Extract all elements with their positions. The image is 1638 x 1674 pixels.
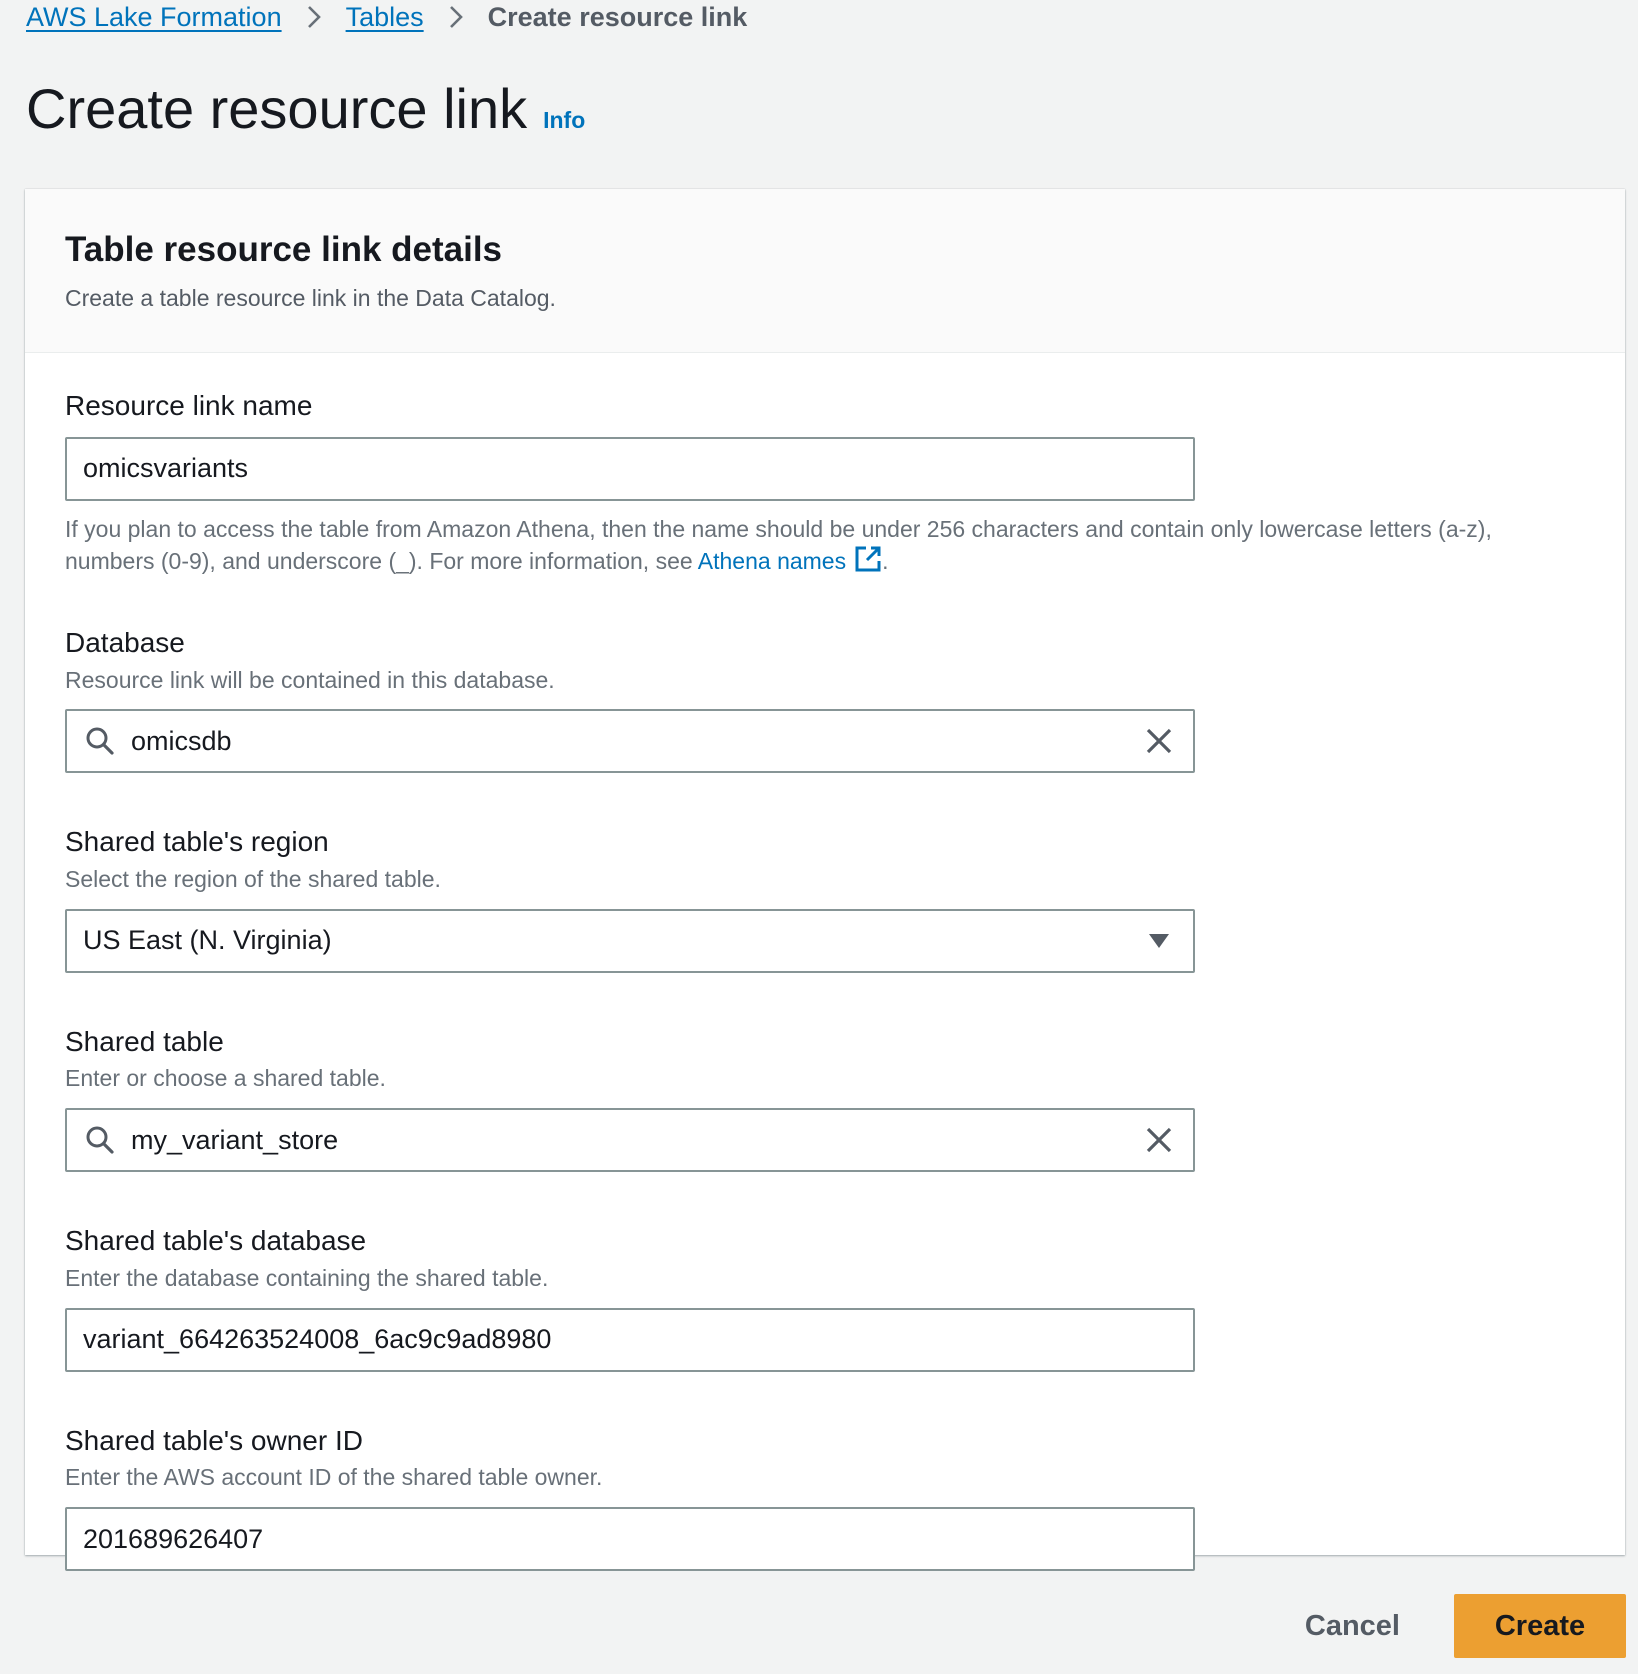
cancel-button[interactable]: Cancel	[1273, 1594, 1432, 1658]
resource-link-name-input[interactable]: omicsvariants	[65, 436, 1195, 501]
resource-link-name-value: omicsvariants	[83, 453, 249, 484]
resource-link-details-panel: Table resource link details Create a tab…	[25, 189, 1625, 1572]
shared-table-description: Enter or choose a shared table.	[65, 1065, 386, 1092]
shared-database-field: Shared table's database Enter the databa…	[65, 1224, 1585, 1372]
chevron-right-icon	[282, 4, 346, 30]
search-icon	[83, 1123, 117, 1157]
shared-region-label: Shared table's region	[65, 826, 329, 858]
panel-header: Table resource link details Create a tab…	[25, 189, 1625, 353]
shared-table-label: Shared table	[65, 1025, 224, 1057]
shared-region-select[interactable]: US East (N. Virginia)	[65, 908, 1195, 973]
close-icon[interactable]	[1141, 723, 1177, 759]
owner-id-description: Enter the AWS account ID of the shared t…	[65, 1464, 603, 1491]
athena-names-link[interactable]: Athena names	[698, 548, 846, 574]
resource-link-name-field: Resource link name omicsvariants If you …	[65, 389, 1585, 582]
owner-id-input[interactable]: 201689626407	[65, 1507, 1195, 1572]
page-title: Create resource link	[26, 77, 528, 140]
form-actions: Cancel Create	[1273, 1594, 1626, 1658]
breadcrumb-current: Create resource link	[487, 1, 748, 32]
search-icon	[83, 724, 117, 758]
shared-database-label: Shared table's database	[65, 1225, 367, 1257]
database-description: Resource link will be contained in this …	[65, 666, 555, 693]
form-body: Resource link name omicsvariants If you …	[25, 353, 1625, 1572]
info-link[interactable]: Info	[543, 107, 585, 134]
owner-id-value: 201689626407	[83, 1523, 264, 1554]
shared-table-field: Shared table Enter or choose a shared ta…	[65, 1025, 1585, 1173]
breadcrumb-lake-formation[interactable]: AWS Lake Formation	[26, 2, 282, 33]
database-autosuggest[interactable]: omicsdb	[65, 709, 1195, 774]
owner-id-field: Shared table's owner ID Enter the AWS ac…	[65, 1424, 1585, 1572]
database-field: Database Resource link will be contained…	[65, 626, 1585, 774]
panel-description: Create a table resource link in the Data…	[65, 285, 556, 311]
breadcrumb: AWS Lake Formation Tables Create resourc…	[26, 0, 747, 34]
close-icon[interactable]	[1141, 1122, 1177, 1158]
shared-table-value: my_variant_store	[131, 1124, 339, 1155]
help-text-suffix: .	[882, 548, 889, 575]
resource-link-name-label: Resource link name	[65, 390, 313, 421]
shared-database-value: variant_664263524008_6ac9c9ad8980	[83, 1324, 552, 1355]
owner-id-label: Shared table's owner ID	[65, 1424, 363, 1456]
shared-region-field: Shared table's region Select the region …	[65, 825, 1585, 973]
database-value: omicsdb	[131, 725, 232, 756]
shared-database-input[interactable]: variant_664263524008_6ac9c9ad8980	[65, 1307, 1195, 1372]
shared-table-autosuggest[interactable]: my_variant_store	[65, 1108, 1195, 1173]
database-label: Database	[65, 626, 185, 658]
breadcrumb-tables[interactable]: Tables	[346, 2, 424, 33]
caret-down-icon	[1145, 927, 1173, 955]
chevron-right-icon	[424, 4, 488, 30]
create-button[interactable]: Create	[1454, 1594, 1626, 1658]
shared-database-description: Enter the database containing the shared…	[65, 1264, 549, 1291]
external-link-icon[interactable]	[854, 545, 882, 582]
panel-title: Table resource link details	[65, 230, 503, 269]
resource-link-name-help: If you plan to access the table from Ama…	[65, 513, 1585, 582]
page-header: Create resource link Info	[26, 76, 585, 141]
shared-region-value: US East (N. Virginia)	[83, 925, 332, 956]
shared-region-description: Select the region of the shared table.	[65, 865, 441, 892]
